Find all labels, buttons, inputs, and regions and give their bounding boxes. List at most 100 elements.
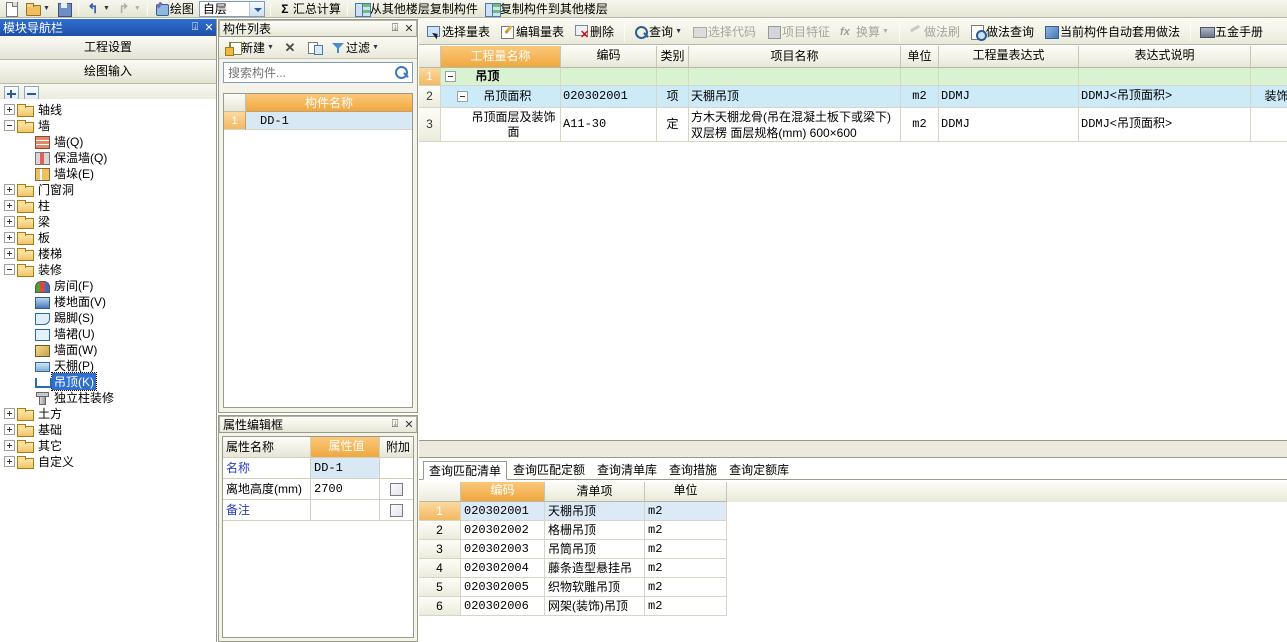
component-row[interactable]: 1 DD-1 [224,112,412,130]
tab-query-measures[interactable]: 查询措施 [663,460,723,479]
tree-item-column-finish[interactable]: 独立柱装修 [0,389,216,405]
property-value[interactable] [311,500,380,520]
query-row-unit[interactable]: m2 [645,540,727,559]
query-row-code[interactable]: 020302003 [461,540,545,559]
table-row[interactable]: 2 吊顶面积 020302001 项 天棚吊顶 m2 DDMJ DDMJ<吊顶面… [419,86,1287,108]
row-profession[interactable]: 装饰装修工程 [1251,86,1287,107]
row-profession[interactable]: 饰 [1251,108,1287,141]
search-icon[interactable] [392,63,412,82]
hardware-manual-button[interactable]: 五金手册 [1195,21,1267,43]
row-code[interactable] [561,68,657,85]
row-unit[interactable]: m2 [901,86,939,107]
list-item[interactable]: 6 020302006 网架(装饰)吊顶 m2 [419,597,1287,616]
tree-item-stair[interactable]: 楼梯 [0,245,216,261]
tree-item-ceiling[interactable]: 天棚(P) [0,357,216,373]
chevron-down-icon[interactable] [248,1,264,16]
query-row-item[interactable]: 吊筒吊顶 [545,540,645,559]
close-icon[interactable]: ✕ [402,418,416,431]
query-row-code[interactable]: 020302004 [461,559,545,578]
query-row-code[interactable]: 020302002 [461,521,545,540]
auto-apply-method-button[interactable]: 当前构件自动套用做法 [1040,21,1184,43]
row-expression-desc[interactable]: DDMJ<吊顶面积> [1079,108,1251,141]
query-row-unit[interactable]: m2 [645,521,727,540]
summary-calc-button[interactable]: Σ 汇总计算 [275,1,343,17]
tree-item-wall-pier[interactable]: 墙垛(E) [0,165,216,181]
property-value[interactable]: 2700 [311,479,380,499]
tree-item-floor-surface[interactable]: 楼地面(V) [0,293,216,309]
table-row[interactable]: 1 吊顶 [419,68,1287,86]
tree-item-slab[interactable]: 板 [0,229,216,245]
expand-plus-icon[interactable] [4,103,15,115]
open-file-button[interactable]: ▼ [23,1,52,17]
redo-button[interactable]: ↱ ▼ [114,1,143,17]
component-search-box[interactable] [223,62,413,83]
close-icon[interactable]: ✕ [202,21,216,34]
close-icon[interactable]: ✕ [402,22,416,35]
new-component-button[interactable]: 新建 ▼ [223,39,276,57]
save-file-button[interactable] [54,1,74,17]
copy-to-other-floor-button[interactable]: 复制构件到其他楼层 [482,1,610,17]
row-profession[interactable] [1251,68,1287,85]
row-code[interactable]: 020302001 [561,86,657,107]
row-expression[interactable]: DDMJ [939,86,1079,107]
tree-item-wall-surface[interactable]: 墙面(W) [0,341,216,357]
query-header-code[interactable]: 编码 [461,482,545,502]
expand-plus-icon[interactable] [4,231,15,243]
row-expression[interactable]: DDMJ [939,108,1079,141]
draw-button[interactable]: 绘图 [152,1,196,17]
main-header-project-name[interactable]: 项目名称 [689,46,901,68]
layer-select[interactable]: 自层 [198,0,265,17]
main-header-unit[interactable]: 单位 [901,46,939,68]
row-unit[interactable] [901,68,939,85]
tab-query-quota-library[interactable]: 查询定额库 [723,460,795,479]
main-header-expression-desc[interactable]: 表达式说明 [1079,46,1251,68]
expand-plus-icon[interactable] [4,455,15,467]
tree-item-earthwork[interactable]: 土方 [0,405,216,421]
property-row[interactable]: 离地高度(mm) 2700 [223,479,413,500]
list-item[interactable]: 4 020302004 藤条造型悬挂吊顶 m2 [419,559,1287,578]
main-header-qty-name[interactable]: 工程量名称 [441,46,561,68]
row-project-name[interactable]: 天棚吊顶 [689,86,901,107]
panel-splitter[interactable] [419,440,1287,458]
expand-plus-icon[interactable] [4,407,15,419]
tree-item-wall[interactable]: 墙(Q) [0,133,216,149]
convert-button[interactable]: fx 换算 ▼ [836,21,893,43]
main-header-profession[interactable]: 专业 [1251,46,1287,68]
filter-component-button[interactable]: 过滤 ▼ [328,39,381,57]
search-input[interactable] [224,63,392,82]
table-row[interactable]: 3 吊顶面层及装饰面 A11-30 定 方木天棚龙骨(吊在混凝土板下或梁下) 双… [419,108,1287,142]
row-qty-name[interactable]: 吊顶面层及装饰面 [441,108,561,141]
project-feature-button[interactable]: 项目特征 [762,21,834,43]
tree-item-beam[interactable]: 梁 [0,213,216,229]
pin-icon[interactable]: ⍗ [388,418,402,431]
query-button[interactable]: 查询 ▼ [629,21,686,43]
select-code-button[interactable]: 选择代码 [688,21,760,43]
expand-plus-icon[interactable] [4,423,15,435]
query-row-code[interactable]: 020302001 [461,502,545,521]
collapse-minus-icon[interactable] [4,263,15,275]
expand-plus-icon[interactable] [4,247,15,259]
tree-item-axis[interactable]: 轴线 [0,101,216,117]
delete-row-button[interactable]: 删除 [570,21,618,43]
query-row-unit[interactable]: m2 [645,502,727,521]
query-row-unit[interactable]: m2 [645,578,727,597]
tree-item-door-window[interactable]: 门窗洞 [0,181,216,197]
tree-item-skirting[interactable]: 踢脚(S) [0,309,216,325]
tree-item-decoration-group[interactable]: 装修 [0,261,216,277]
tree-item-other[interactable]: 其它 [0,437,216,453]
expand-plus-icon[interactable] [4,215,15,227]
list-item[interactable]: 5 020302005 织物软雕吊顶 m2 [419,578,1287,597]
main-header-code[interactable]: 编码 [561,46,657,68]
tree-item-room[interactable]: 房间(F) [0,277,216,293]
method-brush-button[interactable]: 做法刷 [904,21,964,43]
query-header-item[interactable]: 清单项 [545,482,645,502]
tree-item-dado[interactable]: 墙裙(U) [0,325,216,341]
property-value[interactable]: DD-1 [311,458,380,478]
expand-plus-icon[interactable] [4,199,15,211]
row-code[interactable]: A11-30 [561,108,657,141]
query-header-unit[interactable]: 单位 [645,482,727,502]
row-qty-name[interactable]: 吊顶 [441,68,561,85]
row-unit[interactable]: m2 [901,108,939,141]
collapse-minus-icon[interactable] [4,119,15,131]
row-category[interactable]: 定 [657,108,689,141]
